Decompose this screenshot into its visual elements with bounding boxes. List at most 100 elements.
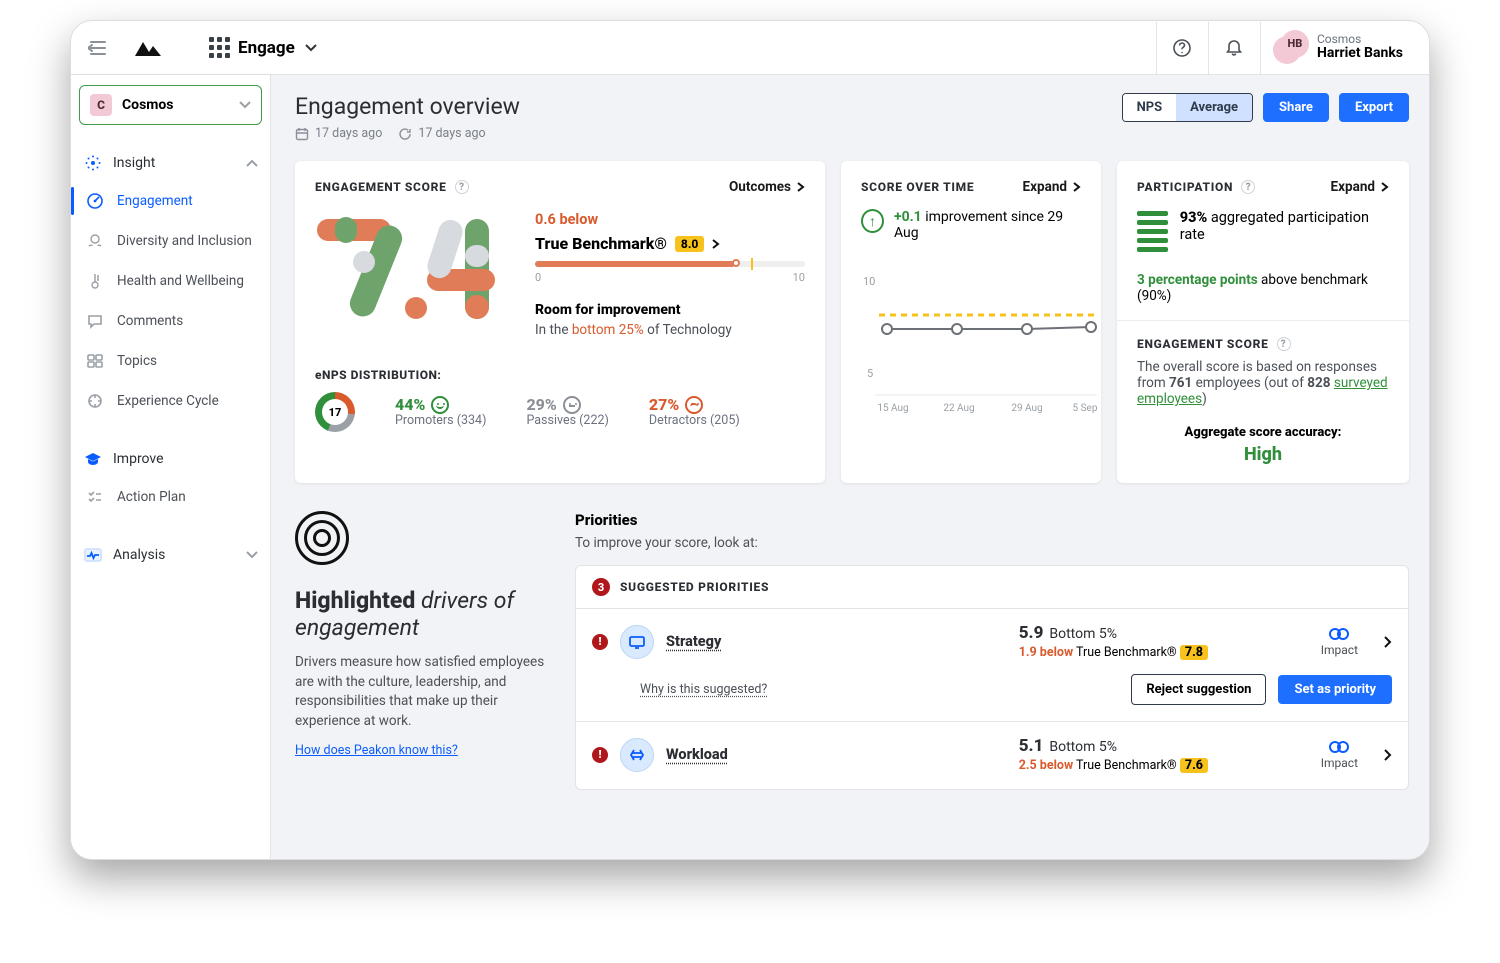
- sidebar-section-analysis[interactable]: Analysis: [79, 537, 262, 573]
- sidebar-item-health[interactable]: Health and Wellbeing: [79, 261, 262, 301]
- card-participation: PARTICIPATION ? Expand 93% aggregated pa…: [1117, 161, 1409, 483]
- participation-rate: 93% aggregated participation rate: [1180, 209, 1389, 243]
- card-title: SCORE OVER TIME: [861, 180, 974, 194]
- room-text: In the bottom 25% of Technology: [535, 322, 805, 338]
- graduation-cap-icon: [83, 449, 103, 469]
- detractors-label: Detractors (205): [649, 414, 740, 428]
- toggle-average[interactable]: Average: [1176, 94, 1252, 121]
- notifications-button[interactable]: [1208, 22, 1260, 74]
- outcomes-link[interactable]: Outcomes: [729, 179, 805, 195]
- heartbeat-icon: [83, 545, 103, 565]
- share-button[interactable]: Share: [1263, 93, 1329, 122]
- help-icon[interactable]: ?: [455, 180, 469, 194]
- svg-text:22 Aug: 22 Aug: [943, 403, 974, 414]
- help-icon[interactable]: ?: [1241, 180, 1255, 194]
- cycle-icon: [85, 391, 105, 411]
- meta-calendar: 17 days ago: [295, 126, 382, 141]
- meta-refresh: 17 days ago: [398, 126, 485, 141]
- participation-note: 3 percentage points above benchmark (90%…: [1137, 272, 1389, 304]
- chevron-down-icon: [239, 101, 251, 109]
- user-name: Harriet Banks: [1317, 46, 1403, 61]
- collapse-sidebar-button[interactable]: [81, 31, 115, 65]
- benchmark-scale: 0 10: [535, 261, 805, 284]
- benchmark-badge: 8.0: [675, 236, 704, 252]
- chevron-down-icon: [246, 551, 258, 559]
- how-does-peakon-know-link[interactable]: How does Peakon know this?: [295, 743, 458, 758]
- score-mode-toggle: NPS Average: [1122, 93, 1253, 122]
- improvement-text: +0.1 improvement since 29 Aug: [894, 209, 1081, 241]
- main-content: Engagement overview 17 days ago 17 days …: [271, 75, 1429, 859]
- nps-donut-icon: 17: [315, 392, 355, 432]
- priority-score: 5.1Bottom 5% 2.5 below True Benchmark® 7…: [1019, 736, 1289, 773]
- chevron-up-icon: [246, 159, 258, 167]
- frown-face-icon: [685, 396, 703, 414]
- expand-link[interactable]: Expand: [1331, 179, 1389, 195]
- sidebar-item-diversity[interactable]: Diversity and Inclusion: [79, 221, 262, 261]
- sidebar-item-action-plan[interactable]: Action Plan: [79, 477, 262, 517]
- benchmark-link[interactable]: True Benchmark® 8.0: [535, 234, 805, 253]
- accuracy-label: Aggregate score accuracy:: [1137, 425, 1389, 440]
- neutral-face-icon: [563, 396, 581, 414]
- topics-icon: [85, 351, 105, 371]
- user-menu[interactable]: C HB Cosmos Harriet Banks: [1260, 22, 1415, 74]
- priority-row: ! Workload 5.1Bottom 5% 2.5 below True B…: [576, 722, 1408, 789]
- sidebar-item-label: Experience Cycle: [117, 393, 219, 409]
- svg-text:10: 10: [863, 275, 875, 288]
- sidebar-item-label: Comments: [117, 313, 183, 329]
- export-button[interactable]: Export: [1339, 93, 1409, 122]
- svg-text:29 Aug: 29 Aug: [1011, 403, 1042, 414]
- drivers-heading: Highlighted drivers of engagement: [295, 587, 555, 641]
- expand-link[interactable]: Expand: [1023, 179, 1081, 195]
- sidebar-item-label: Topics: [117, 353, 157, 369]
- sidebar-item-label: Engagement: [117, 193, 193, 209]
- chevron-right-icon[interactable]: [1384, 749, 1392, 761]
- org-name: Cosmos: [122, 97, 173, 113]
- priority-name-link[interactable]: Strategy: [666, 633, 721, 650]
- sparkle-icon: [83, 153, 103, 173]
- card-engagement-score: ENGAGEMENT SCORE ? Outcomes: [295, 161, 825, 483]
- sidebar-item-comments[interactable]: Comments: [79, 301, 262, 341]
- help-icon[interactable]: ?: [1277, 337, 1291, 351]
- bullseye-icon: [295, 511, 349, 565]
- engagement-score-text: The overall score is based on responses …: [1137, 359, 1389, 407]
- avatar-icon: C HB: [1273, 30, 1309, 66]
- sidebar: C Cosmos Insight: [71, 75, 271, 859]
- passives-label: Passives (222): [526, 414, 608, 428]
- chevron-right-icon[interactable]: [1384, 636, 1392, 648]
- sidebar-item-engagement[interactable]: Engagement: [79, 181, 262, 221]
- drivers-intro: Highlighted drivers of engagement Driver…: [295, 511, 555, 790]
- alert-icon: !: [592, 747, 608, 763]
- why-suggested-link[interactable]: Why is this suggested?: [640, 682, 767, 697]
- engagement-score-figure: [315, 211, 505, 323]
- org-selector[interactable]: C Cosmos: [79, 85, 262, 125]
- priority-name-link[interactable]: Workload: [666, 746, 728, 763]
- accuracy-value: High: [1137, 444, 1389, 465]
- set-as-priority-button[interactable]: Set as priority: [1278, 675, 1392, 704]
- svg-text:5: 5: [867, 367, 873, 380]
- globe-hands-icon: [85, 231, 105, 251]
- priority-score: 5.9Bottom 5% 1.9 below True Benchmark® 7…: [1019, 623, 1289, 660]
- sidebar-item-experience[interactable]: Experience Cycle: [79, 381, 262, 421]
- toggle-nps[interactable]: NPS: [1123, 94, 1177, 121]
- score-over-time-chart: 10 5 15 Aug 22 Aug 29 Aug: [861, 267, 1101, 417]
- priority-row: ! Strategy 5.9Bottom 5% 1.9 below True B…: [576, 609, 1408, 722]
- up-arrow-icon: ↑: [861, 209, 884, 233]
- below-benchmark: 0.6 below: [535, 211, 805, 228]
- product-logo-icon: [129, 29, 167, 67]
- suggested-count-badge: 3: [592, 578, 610, 596]
- reject-suggestion-button[interactable]: Reject suggestion: [1131, 674, 1266, 705]
- sidebar-item-label: Health and Wellbeing: [117, 273, 244, 289]
- smile-face-icon: [431, 396, 449, 414]
- suggested-priorities-panel: 3 SUGGESTED PRIORITIES ! Strategy: [575, 565, 1409, 790]
- sidebar-section-improve[interactable]: Improve: [79, 441, 262, 477]
- thermometer-icon: [85, 271, 105, 291]
- impact-indicator: Impact: [1321, 740, 1358, 770]
- checklist-icon: [85, 487, 105, 507]
- sidebar-item-topics[interactable]: Topics: [79, 341, 262, 381]
- app-switcher[interactable]: Engage: [209, 37, 317, 58]
- help-button[interactable]: [1156, 22, 1208, 74]
- card-title: PARTICIPATION: [1137, 180, 1233, 194]
- sidebar-section-insight[interactable]: Insight: [79, 145, 262, 181]
- gauge-icon: [85, 191, 105, 211]
- strategy-icon: [620, 625, 654, 659]
